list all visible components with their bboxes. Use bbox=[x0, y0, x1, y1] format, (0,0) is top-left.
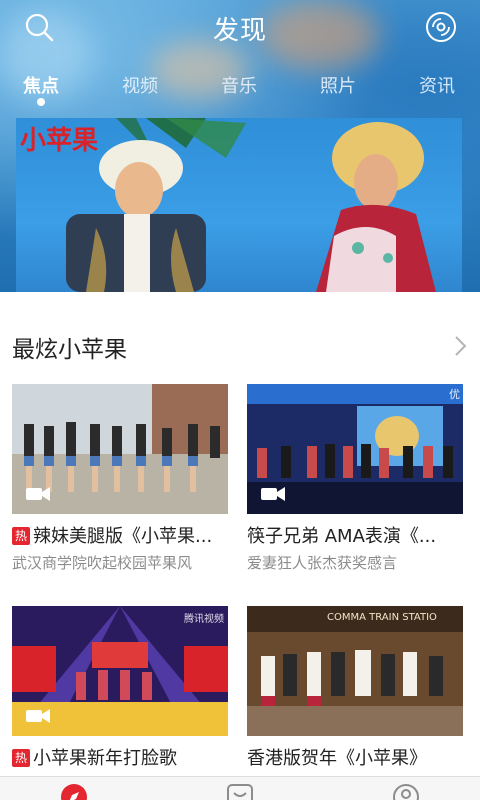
hot-badge: 热 bbox=[12, 527, 30, 545]
chevron-right-icon[interactable] bbox=[450, 334, 470, 358]
card-title-text: 辣妹美腿版《小苹果... bbox=[33, 526, 213, 547]
content-section: 最炫小苹果 热 辣妹美腿版《小苹果... 武汉商学院吹起校园苹果风 优 筷子兄弟… bbox=[0, 292, 480, 778]
active-tab-indicator bbox=[37, 98, 45, 106]
disc-icon[interactable] bbox=[424, 10, 458, 44]
featured-banner[interactable]: 小苹果 bbox=[16, 118, 462, 292]
category-tabs: 焦点 视频 音乐 照片 资讯 bbox=[0, 72, 480, 112]
card-title: 筷子兄弟 AMA表演《... bbox=[247, 526, 437, 547]
tab-news[interactable]: 资讯 bbox=[397, 72, 477, 98]
tab-focus[interactable]: 焦点 bbox=[1, 72, 81, 98]
video-thumbnail: 腾讯视频 bbox=[12, 606, 228, 736]
top-bar: 发现 bbox=[0, 0, 480, 56]
video-thumbnail bbox=[12, 384, 228, 514]
video-card[interactable]: 腾讯视频 热小苹果新年打脸歌 bbox=[12, 606, 228, 778]
card-title: 香港版贺年《小苹果》 bbox=[247, 748, 427, 769]
video-camera-icon bbox=[26, 487, 50, 501]
tab-music[interactable]: 音乐 bbox=[199, 72, 279, 98]
card-title: 热辣妹美腿版《小苹果... bbox=[12, 522, 234, 548]
video-camera-icon bbox=[261, 487, 285, 501]
discover-compass-icon[interactable] bbox=[60, 783, 88, 800]
bottom-nav bbox=[0, 776, 480, 800]
thumbnail-watermark: COMMA TRAIN STATIO bbox=[327, 612, 437, 623]
video-thumbnail: COMMA TRAIN STATIO bbox=[247, 606, 463, 736]
video-card[interactable]: 热辣妹美腿版《小苹果... 武汉商学院吹起校园苹果风 bbox=[12, 384, 228, 574]
tab-video[interactable]: 视频 bbox=[100, 72, 180, 98]
thumbnail-watermark: 腾讯视频 bbox=[184, 614, 224, 625]
message-icon[interactable] bbox=[226, 783, 254, 800]
card-title: 热小苹果新年打脸歌 bbox=[12, 744, 234, 770]
card-title-text: 小苹果新年打脸歌 bbox=[33, 748, 177, 769]
video-camera-icon bbox=[26, 709, 50, 723]
hero-header: 发现 焦点 视频 音乐 照片 资讯 小苹果 bbox=[0, 0, 480, 292]
video-thumbnail: 优 bbox=[247, 384, 463, 514]
card-subtitle: 爱妻狂人张杰获奖感言 bbox=[247, 554, 398, 572]
tab-photo[interactable]: 照片 bbox=[298, 72, 378, 98]
banner-overlay-text: 小苹果 bbox=[20, 126, 99, 156]
section-title: 最炫小苹果 bbox=[12, 337, 127, 363]
video-card[interactable]: COMMA TRAIN STATIO 香港版贺年《小苹果》 bbox=[247, 606, 463, 778]
thumbnail-watermark: 优 bbox=[449, 388, 460, 401]
video-card[interactable]: 优 筷子兄弟 AMA表演《... 爱妻狂人张杰获奖感言 bbox=[247, 384, 463, 574]
hot-badge: 热 bbox=[12, 749, 30, 767]
profile-icon[interactable] bbox=[392, 783, 420, 800]
page-title: 发现 bbox=[212, 16, 267, 46]
card-subtitle: 武汉商学院吹起校园苹果风 bbox=[12, 554, 193, 572]
